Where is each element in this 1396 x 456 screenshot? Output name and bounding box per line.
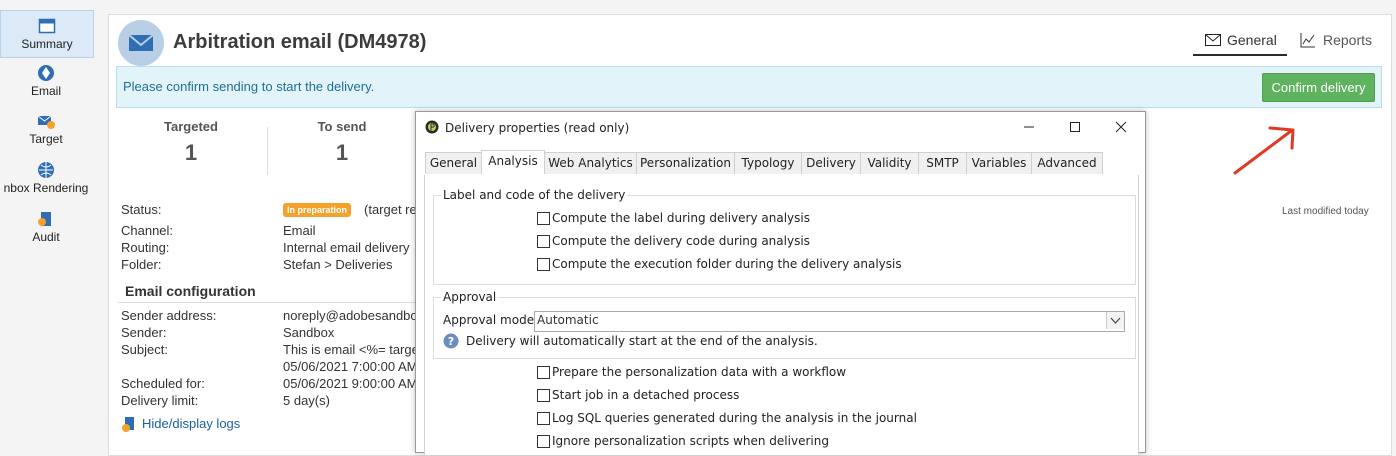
page-title: Arbitration email (DM4978) <box>173 31 427 53</box>
banner-text: Please confirm sending to start the deli… <box>123 79 375 94</box>
stat-label: Targeted <box>164 119 218 134</box>
nav-item-summary[interactable]: Summary <box>0 10 94 58</box>
subject-value: This is email <%= targe <box>283 342 419 357</box>
dialog-tab-analysis[interactable]: Analysis <box>481 150 545 174</box>
ignore-scripts-checkbox[interactable] <box>537 435 550 448</box>
minimize-button[interactable] <box>1021 119 1037 135</box>
stat-value: 1 <box>335 140 349 165</box>
email-configuration-heading: Email configuration <box>125 283 256 299</box>
confirm-delivery-button[interactable]: Confirm delivery <box>1262 73 1375 102</box>
nav-item-target[interactable]: Target <box>0 112 92 146</box>
summary-icon <box>38 18 56 34</box>
prepare-personalization-checkbox[interactable] <box>537 366 550 379</box>
stat-divider <box>267 127 268 175</box>
tab-general[interactable]: General <box>1193 32 1287 56</box>
nav-label: Audit <box>32 230 60 244</box>
checkbox-label: Compute the execution folder during the … <box>552 257 902 271</box>
status-label: Status: <box>121 202 162 217</box>
dialog-tab-web-analytics[interactable]: Web Analytics <box>544 152 637 174</box>
close-button[interactable] <box>1113 119 1129 135</box>
svg-text:?: ? <box>448 335 454 348</box>
nav-item-audit[interactable]: Audit <box>0 210 92 244</box>
stat-value: 1 <box>184 140 198 165</box>
checkbox-label: Compute the delivery code during analysi… <box>552 234 810 248</box>
dialog-tab-advanced[interactable]: Advanced <box>1031 152 1103 174</box>
tab-label: Reports <box>1323 32 1373 48</box>
folder-label: Folder: <box>121 257 162 272</box>
sender-address-label: Sender address: <box>121 308 217 323</box>
dialog-tab-variables[interactable]: Variables <box>966 152 1032 174</box>
log-sql-checkbox[interactable] <box>537 412 550 425</box>
delivery-limit-value: 5 day(s) <box>283 393 330 408</box>
logs-link-label: Hide/display logs <box>142 416 241 431</box>
envelope-avatar-icon <box>118 20 164 66</box>
compute-folder-checkbox[interactable] <box>537 258 550 271</box>
inbox-rendering-icon <box>38 162 54 178</box>
channel-label: Channel: <box>121 223 174 238</box>
nav-label: Target <box>29 132 63 146</box>
dialog-tab-personalization[interactable]: Personalization <box>636 152 735 174</box>
dialog-title: Delivery properties (read only) <box>445 121 630 135</box>
scheduled-label: Scheduled for: <box>121 376 205 391</box>
status-note: (target re <box>364 202 417 217</box>
approval-mode-select[interactable] <box>534 311 1125 332</box>
checkbox-label: Start job in a detached process <box>552 388 740 402</box>
compute-label-checkbox[interactable] <box>537 212 550 225</box>
sender-value: Sandbox <box>283 325 335 340</box>
status-badge: In preparation <box>283 203 352 217</box>
nav-label: nbox Rendering <box>3 181 89 195</box>
approval-mode-label: Approval mode: <box>443 313 539 327</box>
checkbox-label: Ignore personalization scripts when deli… <box>552 434 829 448</box>
left-navigation: Summary Email Target nbox Rendering Audi… <box>0 0 100 444</box>
dialog-tab-smtp[interactable]: SMTP <box>918 152 967 174</box>
approval-mode-value: Automatic <box>537 313 599 327</box>
dialog-tab-delivery[interactable]: Delivery <box>801 152 861 174</box>
tab-label: General <box>1227 32 1277 48</box>
close-icon <box>1115 121 1127 133</box>
sender-label: Sender: <box>121 325 167 340</box>
folder-value: Stefan > Deliveries <box>283 257 393 272</box>
routing-label: Routing: <box>121 240 170 255</box>
envelope-icon <box>1205 34 1221 46</box>
info-icon: ? <box>443 333 459 349</box>
detached-process-checkbox[interactable] <box>537 389 550 402</box>
section-divider <box>118 302 415 303</box>
subject-label: Subject: <box>121 342 168 357</box>
dropdown-button[interactable] <box>1106 312 1124 329</box>
dialog-tab-general[interactable]: General <box>425 152 482 174</box>
chevron-down-icon <box>1110 317 1121 324</box>
checkbox-label: Prepare the personalization data with a … <box>552 365 847 379</box>
group-label: Label and code of the delivery <box>441 188 628 202</box>
nav-item-inbox-rendering[interactable]: nbox Rendering <box>0 161 92 195</box>
approval-info-text: Delivery will automatically start at the… <box>466 334 818 348</box>
maximize-icon <box>1070 122 1080 132</box>
annotation-arrow-icon <box>1233 126 1295 175</box>
channel-value: Email <box>283 223 316 238</box>
compute-code-checkbox[interactable] <box>537 235 550 248</box>
nav-label: Email <box>30 84 61 98</box>
minimize-icon <box>1024 126 1034 128</box>
dialog-tab-validity[interactable]: Validity <box>860 152 919 174</box>
target-icon <box>37 115 55 129</box>
dialog-tab-typology[interactable]: Typology <box>734 152 802 174</box>
routing-value: Internal email delivery <box>283 240 410 255</box>
group-label: Approval <box>441 290 499 304</box>
sender-address-value: noreply@adobesandbo <box>283 308 418 323</box>
maximize-button[interactable] <box>1067 119 1083 135</box>
chart-icon <box>1300 33 1315 48</box>
delivery-limit-label: Delivery limit: <box>121 393 199 408</box>
audit-icon <box>38 212 51 226</box>
last-modified: Last modified today <box>1282 206 1369 217</box>
nav-item-email[interactable]: Email <box>0 64 92 98</box>
logs-icon <box>122 417 134 432</box>
app-logo-icon <box>425 120 439 134</box>
nav-label: Summary <box>21 37 73 51</box>
checkbox-label: Compute the label during delivery analys… <box>552 211 810 225</box>
scheduled-value: 05/06/2021 9:00:00 AM <box>283 376 418 391</box>
checkbox-label: Log SQL queries generated during the ana… <box>552 411 917 425</box>
stat-label: To send <box>317 119 367 134</box>
subject-date: 05/06/2021 7:00:00 AM <box>283 359 418 374</box>
email-icon <box>38 65 54 81</box>
